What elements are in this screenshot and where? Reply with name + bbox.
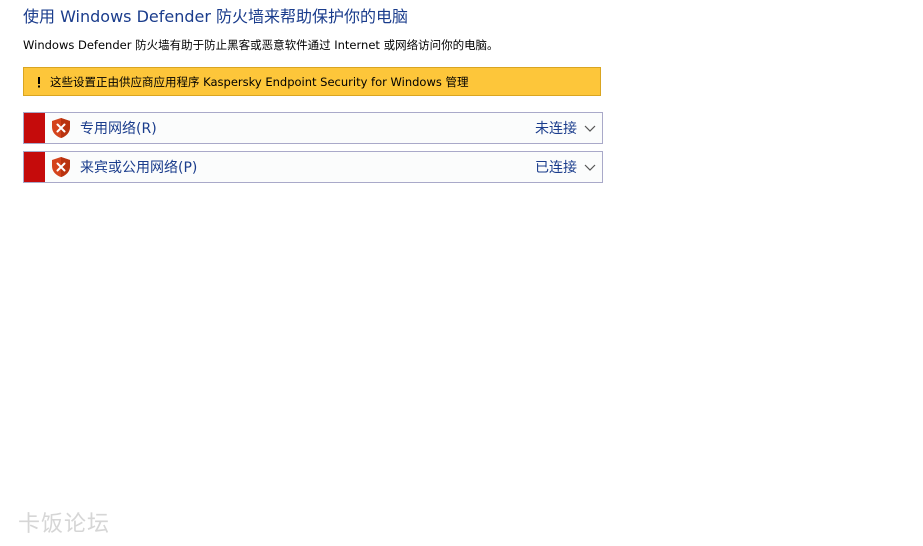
watermark: 卡饭论坛 bbox=[18, 512, 111, 537]
managed-by-vendor-banner: 这些设置正由供应商应用程序 Kaspersky Endpoint Securit… bbox=[23, 67, 601, 96]
page-description: Windows Defender 防火墙有助于防止黑客或恶意软件通过 Inter… bbox=[23, 38, 499, 52]
private-network-row[interactable]: 专用网络(R) 未连接 bbox=[23, 112, 603, 144]
status-indicator-bar bbox=[24, 113, 45, 143]
chevron-down-icon[interactable] bbox=[583, 160, 597, 174]
public-network-row[interactable]: 来宾或公用网络(P) 已连接 bbox=[23, 151, 603, 183]
network-connection-status: 已连接 bbox=[535, 160, 577, 176]
chevron-down-icon[interactable] bbox=[583, 121, 597, 135]
page-title: 使用 Windows Defender 防火墙来帮助保护你的电脑 bbox=[23, 7, 409, 26]
firewall-settings-page: 使用 Windows Defender 防火墙来帮助保护你的电脑 Windows… bbox=[0, 0, 923, 546]
warning-icon bbox=[38, 76, 40, 87]
shield-error-icon bbox=[52, 118, 70, 138]
status-indicator-bar bbox=[24, 152, 45, 182]
network-name: 专用网络(R) bbox=[80, 121, 157, 137]
shield-error-icon bbox=[52, 157, 70, 177]
network-connection-status: 未连接 bbox=[535, 121, 577, 137]
network-name: 来宾或公用网络(P) bbox=[80, 160, 198, 176]
banner-text: 这些设置正由供应商应用程序 Kaspersky Endpoint Securit… bbox=[50, 74, 469, 89]
